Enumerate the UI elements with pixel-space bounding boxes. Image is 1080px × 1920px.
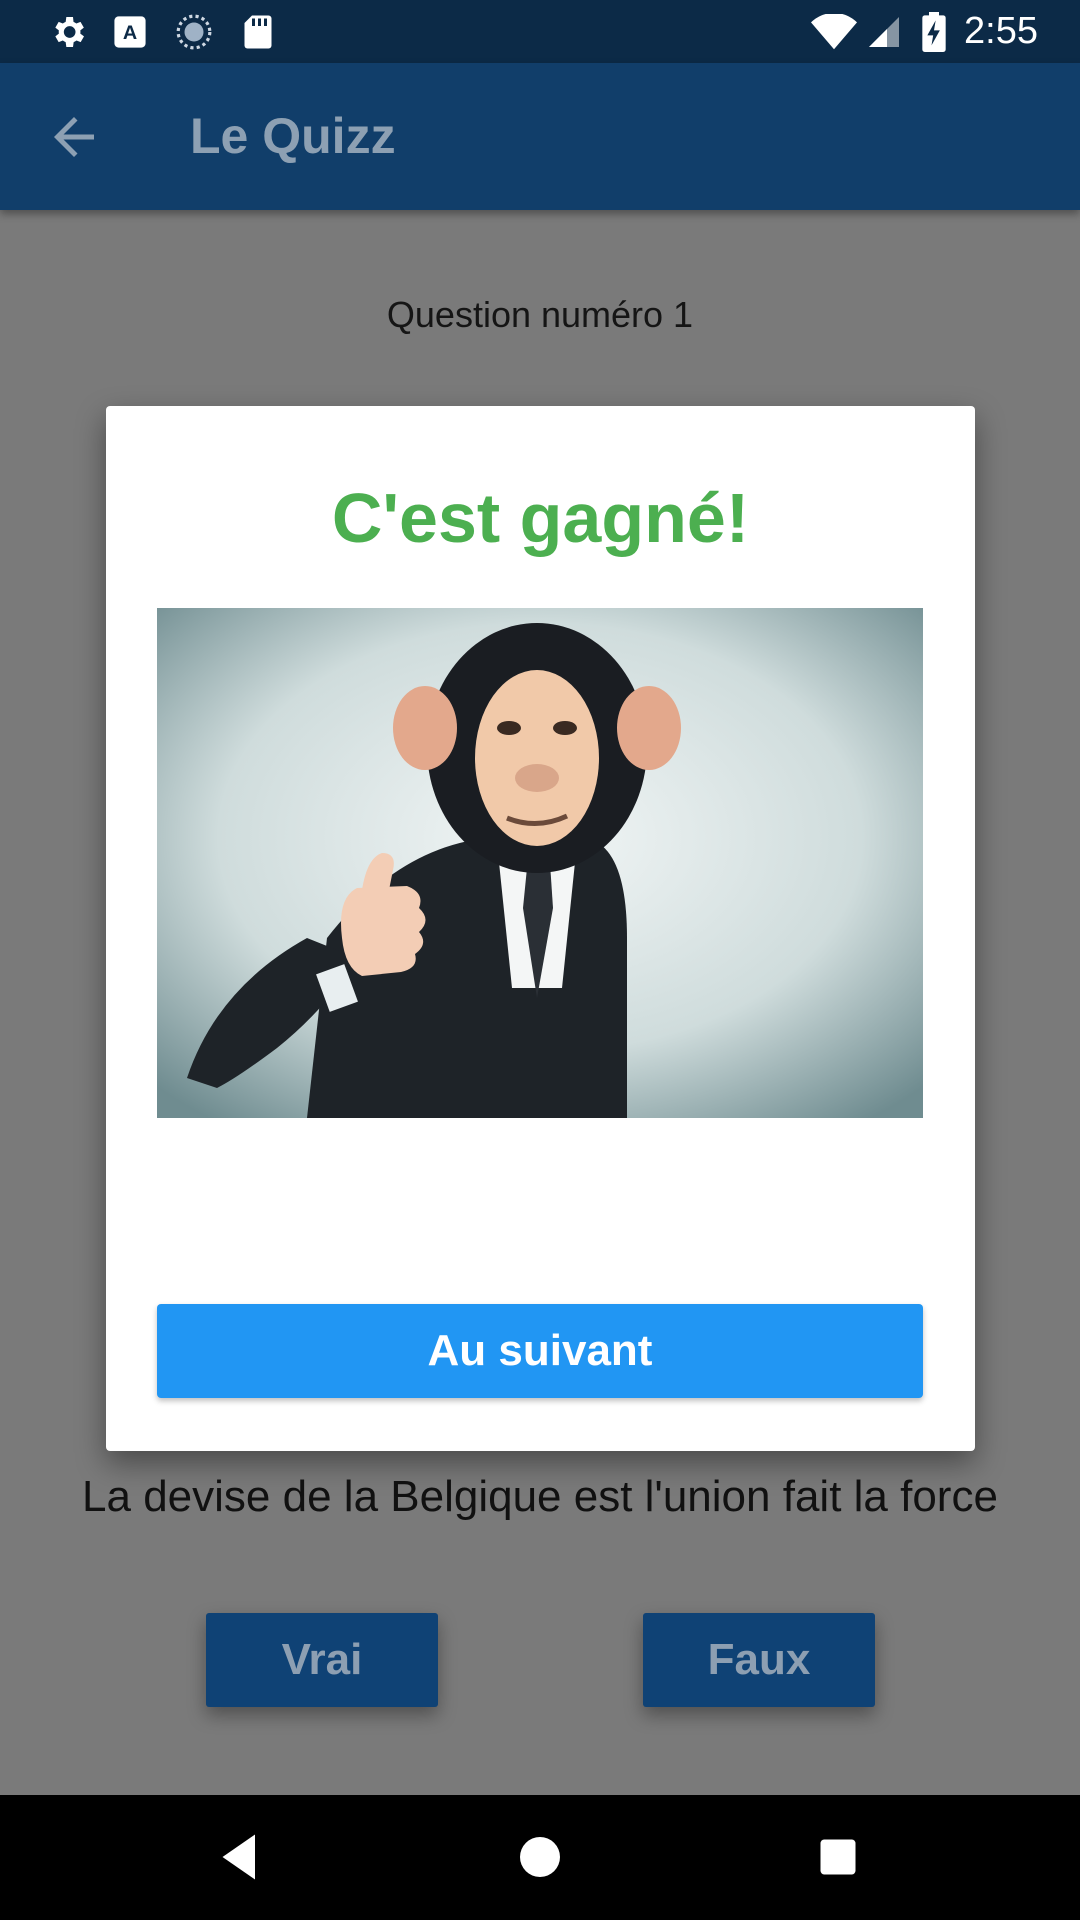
font-a-icon: A: [110, 12, 150, 52]
recents-square-icon[interactable]: [808, 1827, 868, 1887]
signal-icon: [864, 12, 904, 52]
sd-card-icon: [238, 12, 278, 52]
arrow-left-icon: [54, 117, 94, 157]
question-number: Question numéro 1: [386, 294, 694, 335]
battery-charging-icon: [914, 12, 954, 52]
dialog-title: C'est gagné!: [331, 479, 750, 557]
back-button[interactable]: [44, 107, 104, 167]
result-dialog: C'est gagné! Au suivant: [106, 406, 975, 1451]
status-bar: A 2:55: [0, 0, 1080, 63]
svg-text:A: A: [123, 22, 137, 44]
monkey-mask-thumbs-up-photo: [157, 608, 923, 1118]
app-title: Le Quizz: [190, 108, 396, 164]
sync-circle-icon: [174, 12, 214, 52]
gear-icon: [48, 12, 88, 52]
clock: 2:55: [964, 10, 1038, 52]
app-bar: Le Quizz: [0, 63, 1080, 210]
question-text: La devise de la Belgique est l'union fai…: [82, 1472, 998, 1521]
next-button[interactable]: Au suivant: [157, 1304, 923, 1398]
home-circle-icon[interactable]: [510, 1827, 570, 1887]
system-nav-bar: [0, 1795, 1080, 1920]
wifi-icon: [810, 12, 858, 52]
false-button[interactable]: Faux: [643, 1613, 875, 1707]
back-triangle-icon[interactable]: [210, 1827, 270, 1887]
true-button[interactable]: Vrai: [206, 1613, 438, 1707]
